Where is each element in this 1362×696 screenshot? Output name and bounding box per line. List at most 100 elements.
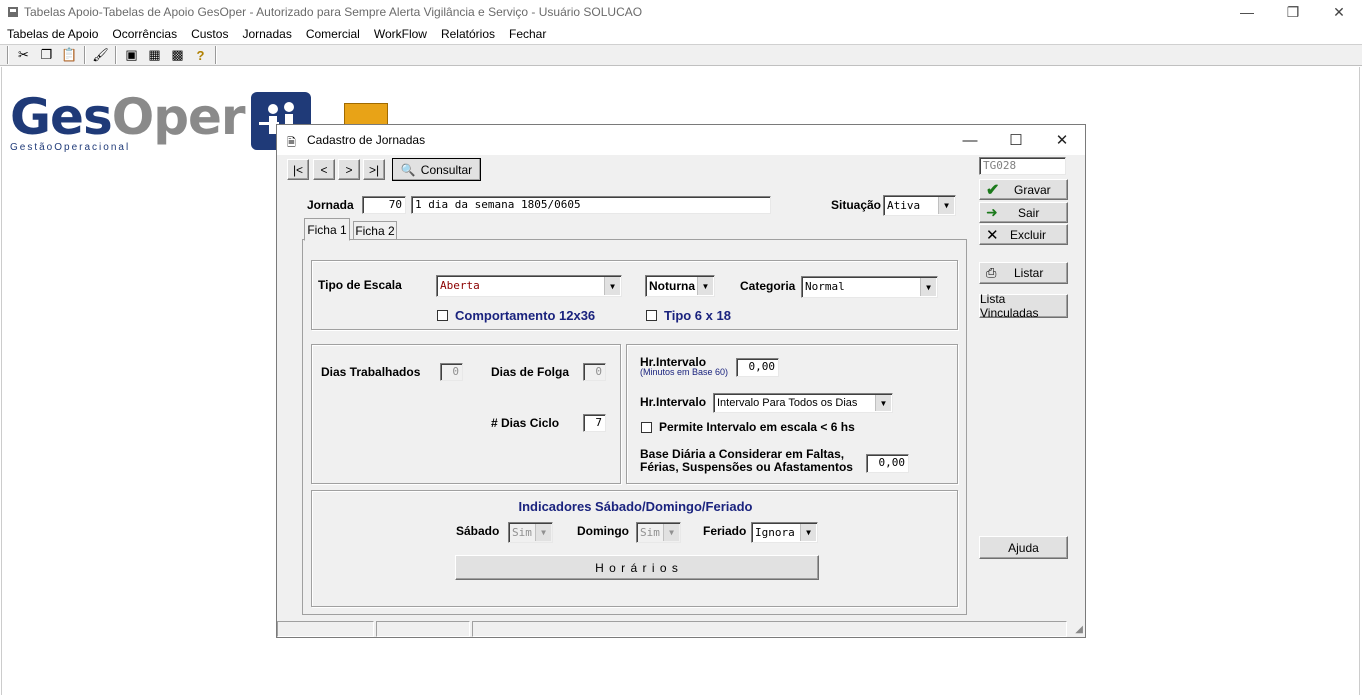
comportamento-checkbox[interactable] (437, 310, 448, 321)
situacao-select[interactable]: Ativa ▼ (883, 195, 956, 216)
jornada-desc-field[interactable]: 1 dia da semana 1805/0605 (411, 196, 771, 214)
escala-group: Tipo de Escala Aberta ▼ Noturna ▼ Catego… (311, 260, 958, 330)
window-icon[interactable]: ▣ (120, 45, 143, 65)
app-titlebar: Tabelas Apoio-Tabelas de Apoio GesOper -… (0, 0, 1362, 24)
sair-button[interactable]: ➜ Sair (979, 202, 1068, 223)
tipo6x18-label: Tipo 6 x 18 (664, 308, 731, 323)
help-icon[interactable]: ? (189, 45, 212, 65)
nav-first-button[interactable]: |< (287, 159, 309, 180)
chevron-down-icon: ▼ (920, 278, 936, 296)
sair-label: Sair (1018, 205, 1040, 220)
tab-ficha-1[interactable]: Ficha 1 (304, 218, 350, 241)
monitor-icon[interactable]: ▦ (143, 45, 166, 65)
chevron-down-icon: ▼ (800, 524, 816, 541)
situacao-label: Situação (831, 198, 882, 212)
tipo6x18-checkbox[interactable] (646, 310, 657, 321)
menu-ocorrencias[interactable]: Ocorrências (105, 27, 184, 41)
menu-jornadas[interactable]: Jornadas (235, 27, 298, 41)
categoria-label: Categoria (740, 279, 796, 293)
status-panel (376, 621, 470, 637)
ajuda-button[interactable]: Ajuda (979, 536, 1068, 559)
toolbar-separator (84, 46, 86, 64)
dialog-titlebar: 🗎 Cadastro de Jornadas — ☐ ✕ (277, 125, 1085, 155)
feriado-select[interactable]: Ignora ▼ (751, 522, 818, 543)
gravar-label: Gravar (1014, 182, 1051, 197)
tipo-escala-label: Tipo de Escala (318, 278, 402, 292)
close-button[interactable]: ✕ (1316, 0, 1362, 24)
categoria-value: Normal (805, 280, 845, 293)
paste-icon[interactable]: 📋 (58, 45, 81, 65)
delete-x-icon: ✕ (986, 226, 999, 244)
copy-icon[interactable]: ❐ (35, 45, 58, 65)
hr-intervalo-field[interactable]: 0,00 (736, 358, 779, 377)
hr-intervalo-select[interactable]: Intervalo Para Todos os Dias ▼ (713, 393, 893, 413)
domingo-select[interactable]: Sim ▼ (636, 522, 681, 543)
turno-value: Noturna (649, 279, 695, 293)
base-diaria-label-2: Férias, Suspensões ou Afastamentos (640, 460, 853, 474)
restore-button[interactable]: ❐ (1270, 0, 1316, 24)
printer-icon: ⎙ (986, 265, 997, 280)
jornada-code-field[interactable]: 70 (362, 196, 406, 214)
listar-label: Listar (1014, 266, 1044, 280)
minimize-button[interactable]: — (1224, 0, 1270, 24)
menu-tabelas-de-apoio[interactable]: Tabelas de Apoio (0, 27, 105, 41)
jornada-label: Jornada (307, 198, 354, 212)
sabado-value: Sim (512, 526, 532, 539)
dialog-close-button[interactable]: ✕ (1039, 125, 1085, 155)
consultar-label: Consultar (420, 162, 473, 177)
dialog-minimize-button[interactable]: — (947, 125, 993, 155)
turno-select[interactable]: Noturna ▼ (645, 275, 715, 297)
menubar: Tabelas de Apoio Ocorrências Custos Jorn… (0, 24, 1362, 44)
menu-custos[interactable]: Custos (184, 27, 235, 41)
intervalo-group: Hr.Intervalo (Minutos em Base 60) 0,00 H… (626, 344, 958, 484)
base-diaria-field[interactable]: 0,00 (866, 454, 909, 473)
listar-button[interactable]: ⎙ Listar (979, 262, 1068, 284)
dias-ciclo-field[interactable]: 7 (583, 414, 606, 432)
chevron-down-icon: ▼ (535, 524, 551, 541)
excluir-label: Excluir (1010, 227, 1047, 242)
resize-grip-icon[interactable]: ◢ (1075, 624, 1083, 635)
status-panel (277, 621, 374, 637)
tipo-escala-select[interactable]: Aberta ▼ (436, 275, 622, 297)
dialog-icon: 🗎 (287, 137, 296, 149)
horarios-button[interactable]: H o r á r i o s (455, 555, 819, 580)
dias-ciclo-label: # Dias Ciclo (491, 416, 560, 430)
consultar-button[interactable]: 🔍 Consultar (392, 158, 481, 181)
cut-icon[interactable]: ✂ (12, 45, 35, 65)
dias-folga-field[interactable]: 0 (583, 363, 606, 381)
nav-prev-button[interactable]: < (313, 159, 335, 180)
domingo-label: Domingo (577, 524, 629, 538)
brush-icon[interactable]: 🖌 (89, 45, 112, 65)
nav-last-button[interactable]: >| (363, 159, 385, 180)
tab-ficha-2[interactable]: Ficha 2 (353, 221, 397, 240)
lista-vinculadas-button[interactable]: Lista Vinculadas (979, 292, 1068, 320)
gesoper-logo: GesOper GestãoOperacional (10, 88, 246, 153)
excluir-button[interactable]: ✕ Excluir (979, 224, 1068, 245)
binoculars-icon: 🔍 (400, 162, 416, 177)
sabado-select[interactable]: Sim ▼ (508, 522, 553, 543)
nav-next-button[interactable]: > (338, 159, 360, 180)
domingo-value: Sim (640, 526, 660, 539)
status-bar (277, 621, 1085, 637)
logo-ges: Ges (10, 88, 113, 146)
menu-relatorios[interactable]: Relatórios (434, 27, 502, 41)
menu-comercial[interactable]: Comercial (299, 27, 367, 41)
dias-trabalhados-field[interactable]: 0 (440, 363, 463, 381)
gravar-button[interactable]: ✔ Gravar (979, 179, 1068, 200)
indicadores-group: Indicadores Sábado/Domingo/Feriado Sábad… (311, 490, 958, 607)
dialog-maximize-button[interactable]: ☐ (993, 125, 1039, 155)
categoria-select[interactable]: Normal ▼ (801, 276, 938, 298)
comportamento-label: Comportamento 12x36 (455, 308, 596, 323)
code-field[interactable]: TG028 (979, 157, 1066, 175)
menu-fechar[interactable]: Fechar (502, 27, 553, 41)
calculator-icon[interactable]: ▩ (166, 45, 189, 65)
dias-group: Dias Trabalhados 0 Dias de Folga 0 # Dia… (311, 344, 621, 484)
logo-subtitle: GestãoOperacional (10, 142, 131, 153)
menu-workflow[interactable]: WorkFlow (367, 27, 434, 41)
situacao-value: Ativa (887, 199, 921, 212)
tipo-escala-value: Aberta (440, 279, 480, 292)
permite-intervalo-checkbox[interactable] (641, 422, 652, 433)
toolbar: ✂ ❐ 📋 🖌 ▣ ▦ ▩ ? (0, 44, 1362, 66)
chevron-down-icon: ▼ (663, 524, 679, 541)
chevron-down-icon: ▼ (938, 197, 954, 214)
